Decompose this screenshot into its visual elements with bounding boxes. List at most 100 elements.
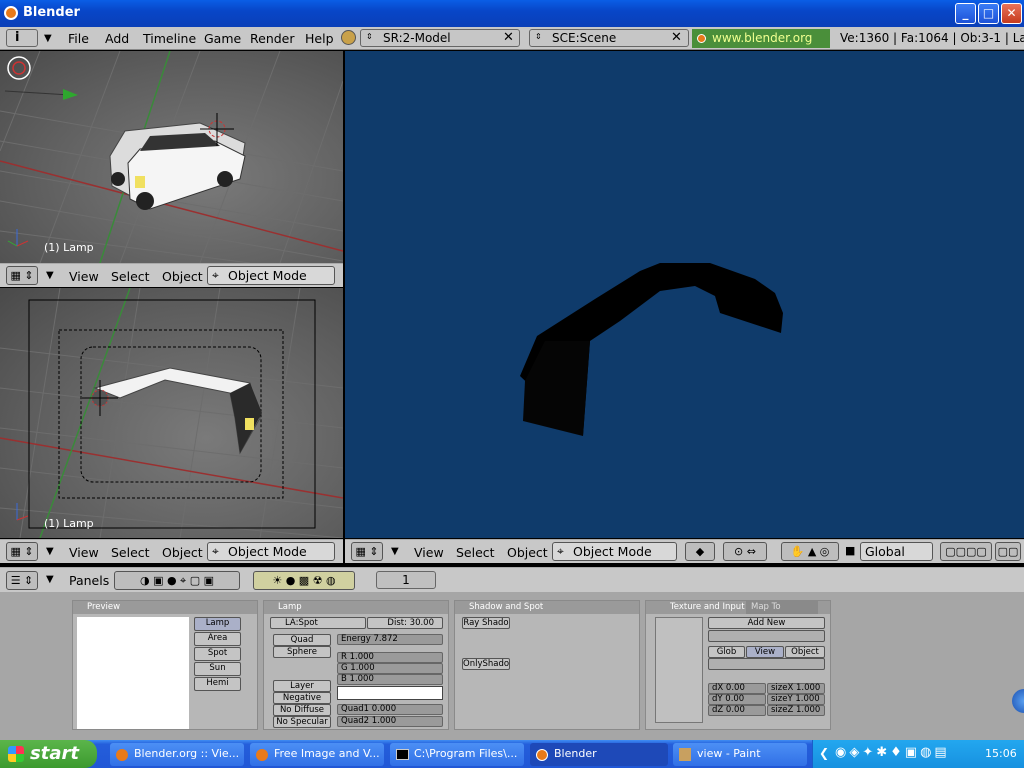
no-specular-toggle[interactable]: No Specular — [273, 716, 331, 728]
info-header: i ▼ File Add Timeline Game Render Help S… — [0, 27, 1024, 63]
menu-select[interactable]: Select — [111, 269, 150, 284]
texture-panel: Texture and Input Map To Add New Glob Vi… — [645, 600, 831, 730]
energy-slider[interactable]: Energy 7.872 — [337, 634, 443, 645]
editor-type-button[interactable]: i — [6, 29, 38, 47]
header-collapse-icon[interactable]: ▼ — [46, 574, 54, 585]
maximize-button[interactable]: □ — [978, 3, 999, 24]
tray-icons[interactable]: ◉◈✦✱♦▣◍▤ — [835, 745, 950, 760]
scene-selector[interactable]: SCE:Scene — [529, 29, 689, 47]
viewport-camera[interactable]: (1) Lamp — [0, 288, 343, 538]
menu-object[interactable]: Object — [507, 545, 548, 560]
mode-selector[interactable]: Object Mode — [207, 266, 335, 285]
header-collapse-icon[interactable]: ▼ — [46, 270, 54, 281]
sphere-toggle[interactable]: Sphere — [273, 646, 331, 658]
texture-browse-field[interactable] — [708, 630, 825, 642]
add-new-texture-button[interactable]: Add New — [708, 617, 825, 629]
lamp-name-field[interactable]: LA:Spot — [270, 617, 366, 629]
lamp-color-swatch[interactable] — [337, 686, 443, 700]
task-blender[interactable]: Blender — [530, 743, 668, 766]
viewport-perspective[interactable]: (1) Lamp — [0, 51, 343, 263]
task-cmd[interactable]: C:\Program Files\... — [390, 743, 524, 766]
layer-toggle[interactable]: Layer — [273, 680, 331, 692]
layer-buttons-2[interactable]: ▢▢ — [995, 542, 1021, 561]
editor-type-grid-icon[interactable]: ▦ ⇕ — [6, 542, 38, 561]
dz-field[interactable]: dZ 0.00 — [708, 705, 766, 716]
red-slider[interactable]: R 1.000 — [337, 652, 443, 663]
task-free-image[interactable]: Free Image and V... — [250, 743, 384, 766]
pivot-point-icon[interactable]: ⊙ ⇔ — [723, 542, 767, 561]
close-button[interactable]: ✕ — [1001, 3, 1022, 24]
menu-view[interactable]: View — [69, 545, 99, 560]
quad-toggle[interactable]: Quad — [273, 634, 331, 646]
editor-type-grid-icon[interactable]: ▦ ⇕ — [351, 542, 383, 561]
negative-toggle[interactable]: Negative — [273, 692, 331, 704]
lamp-type-spot[interactable]: Spot — [194, 647, 241, 661]
lamp-type-hemi[interactable]: Hemi — [194, 677, 241, 691]
tray-expand-icon[interactable]: ❮ — [819, 746, 829, 760]
viewport-render-preview[interactable] — [345, 51, 1024, 538]
green-slider[interactable]: G 1.000 — [337, 663, 443, 674]
menu-view[interactable]: View — [414, 545, 444, 560]
no-diffuse-toggle[interactable]: No Diffuse — [273, 704, 331, 716]
menu-render[interactable]: Render — [250, 31, 295, 46]
menu-add[interactable]: Add — [105, 31, 129, 46]
draw-type-icon[interactable]: ◆ — [685, 542, 715, 561]
manipulator-icons[interactable]: ✋ ▲ ◎ — [781, 542, 839, 561]
delete-screen-icon[interactable]: ✕ — [503, 30, 514, 45]
lamp-dist-field[interactable]: Dist: 30.00 — [367, 617, 443, 629]
lamp-type-lamp[interactable]: Lamp — [194, 617, 241, 631]
viewport-header-top-left: ▦ ⇕ ▼ View Select Object Object Mode ⌖ — [0, 263, 343, 287]
blue-slider[interactable]: B 1.000 — [337, 674, 443, 685]
lamp-type-area[interactable]: Area — [194, 632, 241, 646]
blender-logo-icon — [4, 6, 18, 20]
menu-object[interactable]: Object — [162, 545, 203, 560]
quad1-slider[interactable]: Quad1 0.000 — [337, 704, 443, 715]
collapse-menu-icon[interactable]: ▼ — [44, 33, 52, 44]
transform-orientation-selector[interactable]: Global — [860, 542, 933, 561]
ray-shadow-toggle[interactable]: Ray Shado — [462, 617, 510, 629]
menu-timeline[interactable]: Timeline — [143, 31, 196, 46]
coords-view-button[interactable]: View — [746, 646, 784, 658]
lamp-type-sun[interactable]: Sun — [194, 662, 241, 676]
task-blender-org[interactable]: Blender.org :: Vie... — [110, 743, 244, 766]
coords-object-button[interactable]: Object — [785, 646, 825, 658]
menu-file[interactable]: File — [68, 31, 89, 46]
menu-game[interactable]: Game — [204, 31, 241, 46]
dx-field[interactable]: dX 0.00 — [708, 683, 766, 694]
screen-selector[interactable]: SR:2-Model — [360, 29, 520, 47]
sizey-field[interactable]: sizeY 1.000 — [767, 694, 825, 705]
menu-select[interactable]: Select — [456, 545, 495, 560]
editor-type-grid-icon[interactable]: ▦ ⇕ — [6, 266, 38, 285]
context-buttons[interactable]: ◑ ▣ ● ⌖ ▢ ▣ — [114, 571, 240, 590]
menu-object[interactable]: Object — [162, 269, 203, 284]
editor-type-list-icon[interactable]: ☰ ⇕ — [6, 571, 38, 590]
dy-field[interactable]: dY 0.00 — [708, 694, 766, 705]
manipulator-square-icon[interactable]: ■ — [845, 542, 855, 561]
map-to-tab[interactable]: Map To — [746, 601, 818, 614]
object-name-field[interactable] — [708, 658, 825, 670]
coords-glob-button[interactable]: Glob — [708, 646, 745, 658]
menu-help[interactable]: Help — [305, 31, 334, 46]
viewport-object-label: (1) Lamp — [44, 241, 94, 254]
blender-org-link[interactable]: www.blender.org 242 — [692, 29, 830, 63]
quad2-slider[interactable]: Quad2 1.000 — [337, 716, 443, 727]
cmd-icon — [396, 749, 409, 760]
menu-select[interactable]: Select — [111, 545, 150, 560]
minimize-button[interactable]: _ — [955, 3, 976, 24]
only-shadow-toggle[interactable]: OnlyShado — [462, 658, 510, 670]
shading-context-buttons[interactable]: ☀ ● ▩ ☢ ◍ — [253, 571, 355, 590]
layer-buttons[interactable]: ▢▢▢▢ — [940, 542, 992, 561]
mode-selector[interactable]: Object Mode — [552, 542, 677, 561]
menu-view[interactable]: View — [69, 269, 99, 284]
frame-field[interactable]: 1 — [376, 571, 436, 589]
task-paint[interactable]: view - Paint — [673, 743, 807, 766]
delete-scene-icon[interactable]: ✕ — [671, 30, 682, 45]
header-collapse-icon[interactable]: ▼ — [391, 546, 399, 557]
mode-selector[interactable]: Object Mode — [207, 542, 335, 561]
blender-task-icon — [536, 749, 548, 761]
sizez-field[interactable]: sizeZ 1.000 — [767, 705, 825, 716]
sizex-field[interactable]: sizeX 1.000 — [767, 683, 825, 694]
texture-channel-list[interactable] — [655, 617, 703, 723]
object-mode-icon: ⌖ — [212, 544, 219, 558]
header-collapse-icon[interactable]: ▼ — [46, 546, 54, 557]
